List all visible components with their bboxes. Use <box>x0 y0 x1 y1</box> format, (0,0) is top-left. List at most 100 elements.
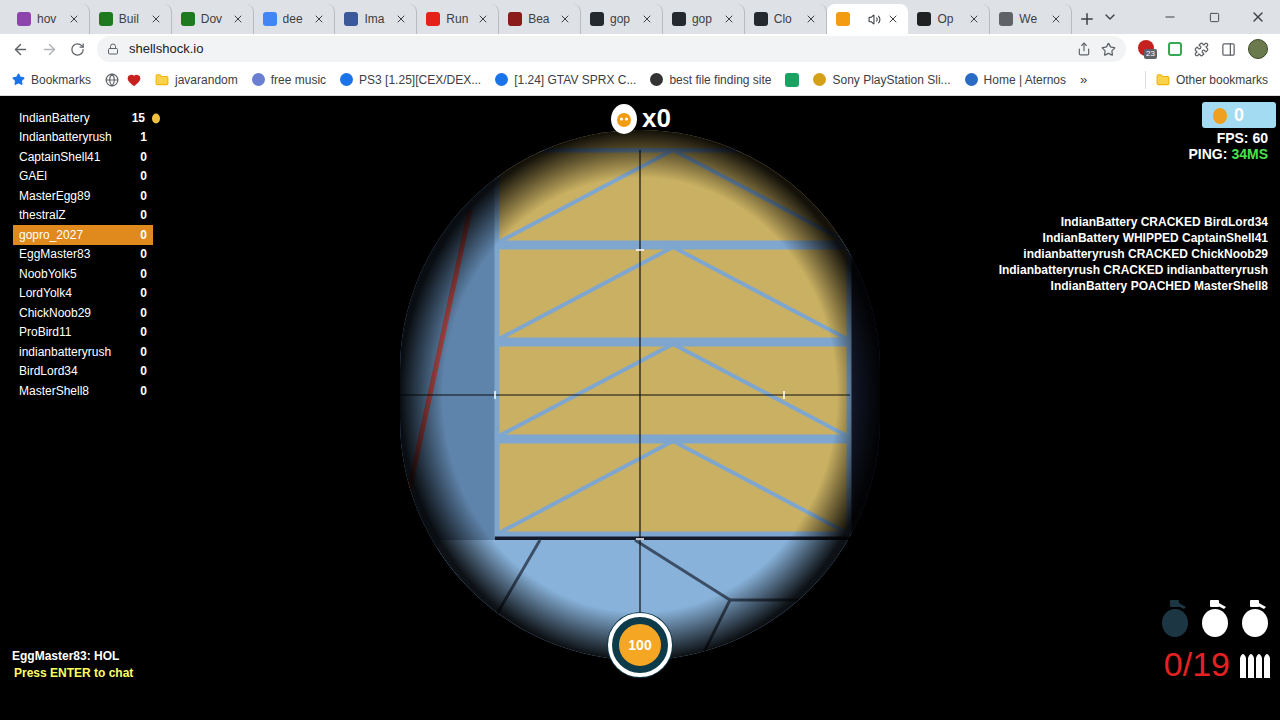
browser-tab[interactable]: We <box>990 4 1072 34</box>
skull-egg-icon <box>610 102 638 134</box>
close-tab-icon[interactable] <box>641 13 653 25</box>
side-panel-icon[interactable] <box>1221 42 1236 57</box>
close-tab-icon[interactable] <box>313 13 325 25</box>
browser-tab[interactable]: Buil <box>90 4 172 34</box>
tab-search-icon[interactable] <box>1102 9 1118 25</box>
kill-feed-entry: indianbatteryrush CRACKED ChickNoob29 <box>1023 246 1268 262</box>
browser-tab[interactable]: Op <box>908 4 990 34</box>
game-canvas[interactable]: IndianBattery15Indianbatteryrush1Captain… <box>0 96 1280 720</box>
favicon-icon <box>754 12 768 26</box>
minimize-icon <box>1163 10 1177 24</box>
health-meter: 100 <box>606 611 674 679</box>
address-bar[interactable]: shellshock.io <box>97 36 1126 62</box>
close-tab-icon[interactable] <box>150 13 162 25</box>
bookmark-item[interactable]: free music <box>252 71 326 89</box>
browser-tab[interactable]: Ima <box>335 4 417 34</box>
close-tab-icon[interactable] <box>968 13 980 25</box>
extension-button[interactable]: 23 <box>1138 40 1156 58</box>
puzzle-icon[interactable] <box>1194 42 1209 57</box>
bookmark-star-icon[interactable] <box>1101 42 1116 57</box>
favicon-icon <box>508 12 522 26</box>
bookmark-folder[interactable]: javarandom <box>155 71 238 89</box>
browser-tab[interactable]: hov <box>8 4 90 34</box>
browser-tab[interactable] <box>827 4 909 34</box>
close-tab-icon[interactable] <box>805 13 817 25</box>
address-text: shellshock.io <box>129 39 203 59</box>
tab-label: Dov <box>201 10 226 28</box>
new-tab-button[interactable] <box>1072 4 1102 34</box>
favicon-icon <box>426 12 440 26</box>
egg-counter: 0 <box>1202 102 1276 128</box>
favicon-icon <box>917 12 931 26</box>
tab-label: hov <box>37 10 62 28</box>
scoreboard-row: thestralZ0 <box>13 206 153 226</box>
scoreboard-row: EggMaster830 <box>13 245 153 265</box>
bookmark-favicon-icon <box>965 73 978 86</box>
bookmark-item[interactable]: Sony PlayStation Sli... <box>813 71 950 89</box>
bookmarks-overflow[interactable]: » <box>1080 70 1087 90</box>
scoreboard-row: MasterEgg890 <box>13 186 153 206</box>
browser-tab[interactable]: gop <box>581 4 663 34</box>
bookmark-item[interactable]: PS3 [1.25][CEX/DEX... <box>340 71 481 89</box>
close-tab-icon[interactable] <box>1050 13 1062 25</box>
back-icon[interactable] <box>12 41 29 58</box>
chat: EggMaster83: HOLPress ENTER to chat <box>12 648 133 682</box>
scoreboard-row: BirdLord340 <box>13 362 153 382</box>
bookmark-icon[interactable] <box>785 73 799 87</box>
favicon-icon <box>999 12 1013 26</box>
close-tab-icon[interactable] <box>68 13 80 25</box>
favicon-icon <box>590 12 604 26</box>
scoreboard-row: CaptainShell410 <box>13 147 153 167</box>
close-tab-icon[interactable] <box>559 13 571 25</box>
bookmark-item[interactable]: best file finding site <box>650 71 771 89</box>
avatar-icon[interactable] <box>1248 39 1268 59</box>
scoreboard-row: indianbatteryrush0 <box>13 342 153 362</box>
toolbar: shellshock.io 23 <box>0 34 1280 64</box>
restore-icon <box>1209 12 1220 23</box>
close-tab-icon[interactable] <box>232 13 244 25</box>
browser-tab[interactable]: Clo <box>745 4 827 34</box>
tab-strip: hovBuilDovdeeImaRunBeagopgopCloOpWe <box>0 0 1280 34</box>
close-tab-icon[interactable] <box>477 13 489 25</box>
close-button[interactable] <box>1236 9 1280 25</box>
folder-icon <box>155 73 169 87</box>
maximize-button[interactable] <box>1192 12 1236 23</box>
heart-icon[interactable] <box>127 73 141 87</box>
bookmark-item[interactable]: Home | Aternos <box>965 71 1067 89</box>
close-tab-icon[interactable] <box>887 13 899 25</box>
browser-tab[interactable]: Bea <box>499 4 581 34</box>
browser-tab[interactable]: Run <box>417 4 499 34</box>
scoreboard-row: Indianbatteryrush1 <box>13 128 153 148</box>
scoreboard-row: IndianBattery15 <box>13 108 153 128</box>
close-tab-icon[interactable] <box>395 13 407 25</box>
bullet-icon <box>1248 650 1254 678</box>
share-icon[interactable] <box>1077 42 1091 56</box>
tab-label: Clo <box>774 10 799 28</box>
grenade-icon <box>1158 598 1192 638</box>
speaker-icon <box>868 13 881 26</box>
bookmark-item[interactable]: Bookmarks <box>12 71 91 89</box>
favicon-icon <box>836 12 850 26</box>
tab-label: Buil <box>119 10 144 28</box>
forward-icon[interactable] <box>41 41 58 58</box>
folder-icon <box>1156 73 1170 87</box>
bookmark-item[interactable]: [1.24] GTAV SPRX C... <box>495 71 636 89</box>
minimize-button[interactable] <box>1148 10 1192 24</box>
bookmark-favicon-icon <box>650 73 663 86</box>
egg-icon <box>1212 106 1228 124</box>
browser-tab[interactable]: dee <box>254 4 336 34</box>
tab-label: Run <box>446 10 471 28</box>
scope-view <box>400 130 880 660</box>
close-tab-icon[interactable] <box>723 13 735 25</box>
browser-tab[interactable]: gop <box>663 4 745 34</box>
extension-icon[interactable] <box>1168 42 1182 56</box>
globe-icon[interactable] <box>105 73 119 87</box>
kill-feed-entry: IndianBattery CRACKED BirdLord34 <box>1061 214 1268 230</box>
close-icon <box>1250 9 1266 25</box>
browser-tab[interactable]: Dov <box>172 4 254 34</box>
reload-icon[interactable] <box>70 42 85 57</box>
scoreboard-row: MasterShell80 <box>13 381 153 401</box>
bullet-icon <box>1256 650 1262 678</box>
other-bookmarks[interactable]: Other bookmarks <box>1145 71 1268 89</box>
favicon-icon <box>672 12 686 26</box>
